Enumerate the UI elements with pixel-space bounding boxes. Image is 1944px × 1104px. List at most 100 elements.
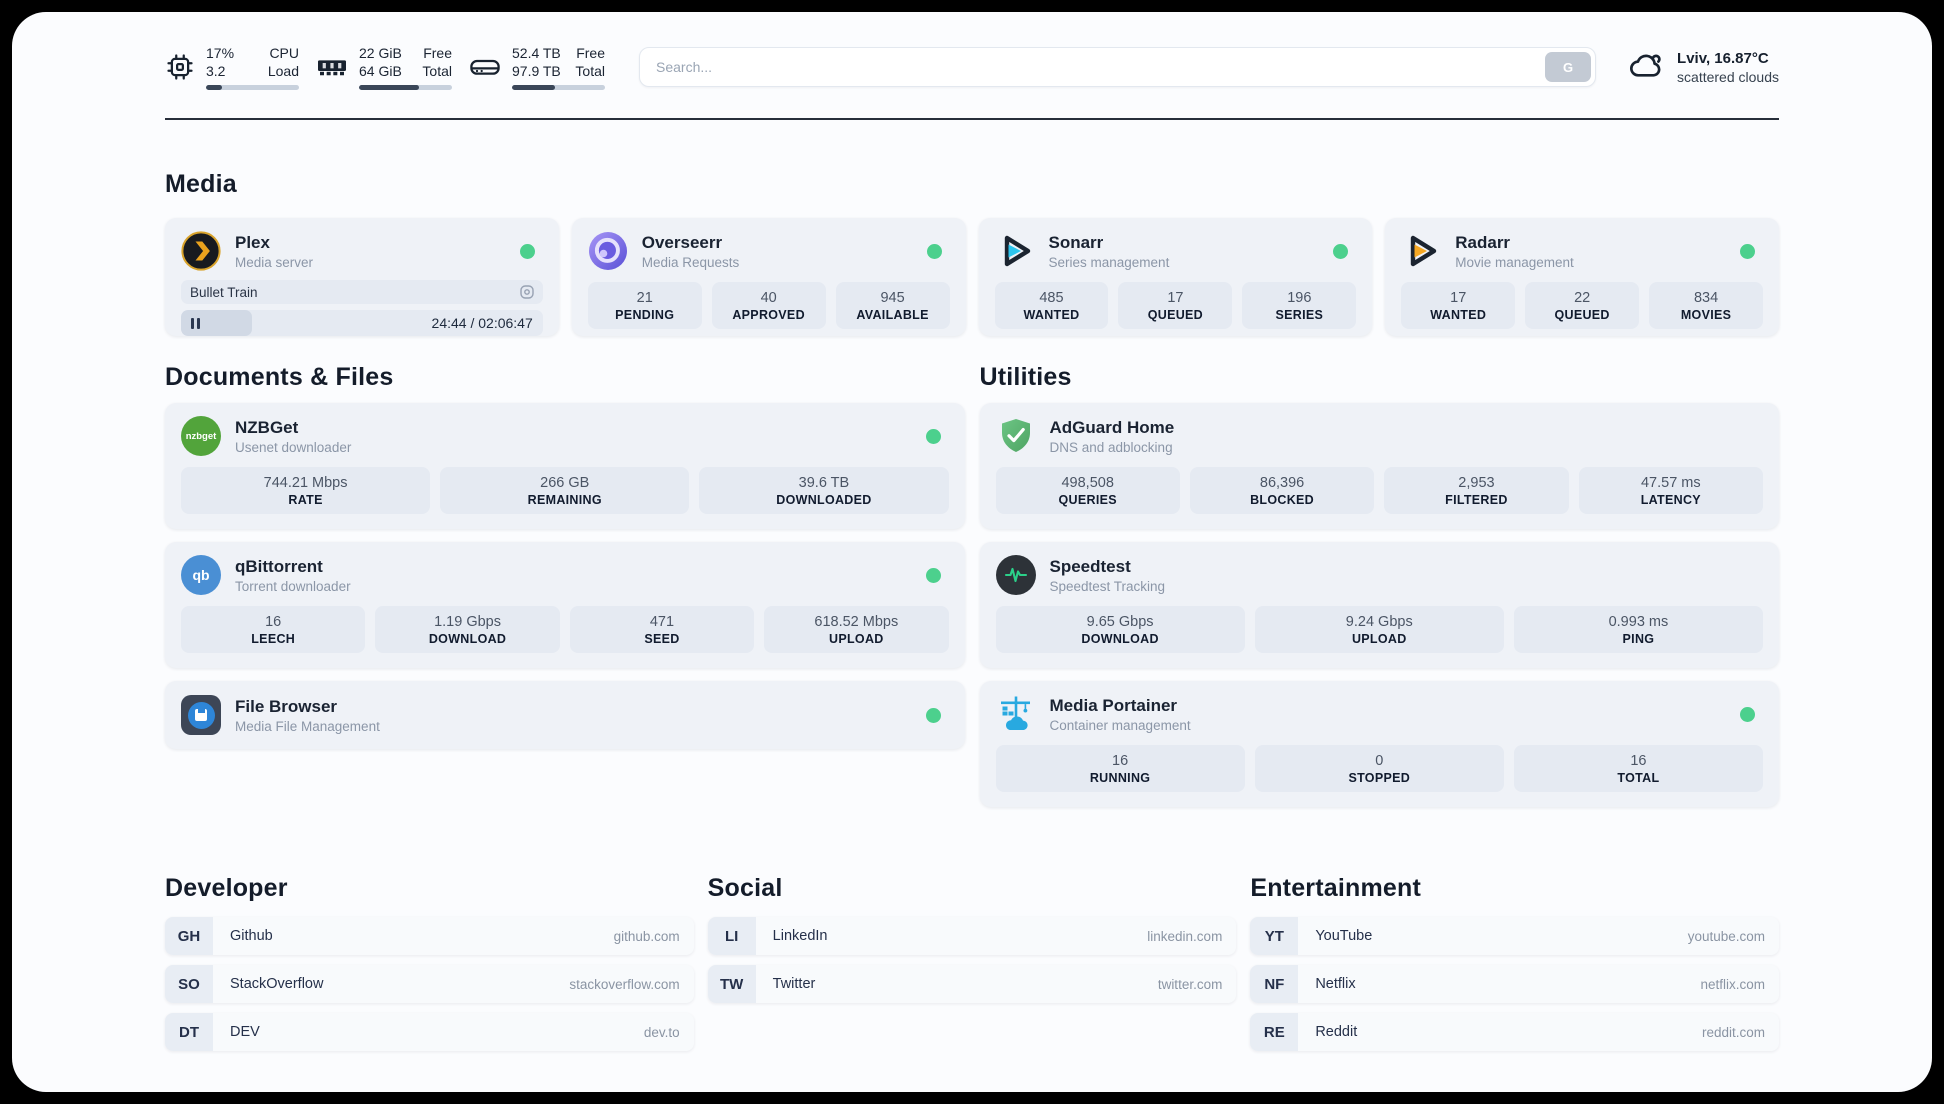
- top-bar: 17% 3.2 CPU Load 22 GiB 64 GiB Free Tota…: [165, 38, 1779, 96]
- stat-box: 834 MOVIES: [1649, 282, 1764, 329]
- status-dot: [519, 243, 535, 259]
- cpu-load-label: Load: [267, 63, 299, 79]
- section-utilities: Utilities AdGuard Home DNS and adblockin…: [979, 363, 1779, 820]
- ram-icon: [316, 53, 348, 81]
- screen-frame: 17% 3.2 CPU Load 22 GiB 64 GiB Free Tota…: [0, 0, 1944, 1104]
- section-title-entertainment: Entertainment: [1250, 874, 1422, 902]
- section-title-documents: Documents & Files: [165, 363, 394, 391]
- service-card-filebrowser[interactable]: File Browser Media File Management: [165, 681, 965, 749]
- stat-box: 1.19 Gbps DOWNLOAD: [375, 606, 560, 653]
- bookmark-reddit[interactable]: RE Reddit reddit.com: [1250, 1013, 1779, 1051]
- adguard-icon: [996, 416, 1036, 456]
- stat-box: 744.21 Mbps RATE: [181, 467, 431, 514]
- service-subtitle: Container management: [1049, 717, 1191, 733]
- memory-progress-fill: [359, 85, 420, 91]
- stat-box: 40 APPROVED: [711, 282, 826, 329]
- bookmark-abbr: NF: [1250, 965, 1299, 1003]
- qbittorrent-icon: qb: [181, 555, 221, 595]
- weather-location-temp: Lviv, 16.87°C: [1677, 49, 1769, 67]
- stat-box: 16 TOTAL: [1513, 745, 1764, 792]
- bookmark-dev[interactable]: DT DEV dev.to: [165, 1013, 694, 1051]
- dashboard-page: 17% 3.2 CPU Load 22 GiB 64 GiB Free Tota…: [12, 12, 1932, 1092]
- service-card-speedtest[interactable]: Speedtest Speedtest Tracking 9.65 Gbps D…: [979, 542, 1779, 668]
- service-name: Plex: [235, 233, 270, 253]
- stat-box: 471 SEED: [569, 606, 755, 653]
- section-documents-files: Documents & Files nzbget NZBGet Usenet d…: [165, 363, 965, 762]
- bookmark-twitter[interactable]: TW Twitter twitter.com: [707, 965, 1237, 1003]
- service-name: Media Portainer: [1049, 696, 1178, 716]
- bookmark-youtube[interactable]: YT YouTube youtube.com: [1250, 917, 1779, 955]
- service-subtitle: Movie management: [1455, 254, 1574, 270]
- bookmark-github[interactable]: GH Github github.com: [165, 917, 694, 955]
- disk-total-label: Total: [575, 63, 605, 79]
- service-name: AdGuard Home: [1049, 418, 1175, 438]
- search-bar: G: [639, 47, 1597, 87]
- bookmark-abbr: LI: [707, 917, 756, 955]
- cpu-load-value: 3.2: [206, 63, 226, 79]
- service-card-overseerr[interactable]: Overseerr Media Requests 21 PENDING 40 A…: [571, 218, 966, 336]
- lens-icon[interactable]: [520, 285, 534, 299]
- portainer-icon: [996, 694, 1036, 734]
- status-dot: [925, 567, 941, 583]
- stat-box: 47.57 ms LATENCY: [1578, 467, 1763, 514]
- status-dot: [925, 428, 941, 444]
- service-subtitle: Media Requests: [641, 254, 740, 270]
- search-engine-button[interactable]: G: [1545, 52, 1592, 82]
- stat-box: 0 STOPPED: [1254, 745, 1504, 792]
- bookmark-netflix[interactable]: NF Netflix netflix.com: [1250, 965, 1779, 1003]
- stat-box: 498,508 QUERIES: [995, 467, 1180, 514]
- service-subtitle: Usenet downloader: [235, 439, 352, 455]
- seek-bar[interactable]: 24:44 / 02:06:47: [181, 310, 543, 336]
- service-name: Speedtest: [1049, 557, 1131, 577]
- service-name: qBittorrent: [235, 557, 323, 577]
- bookmark-abbr: SO: [165, 965, 213, 1003]
- disk-widget: 52.4 TB 97.9 TB Free Total: [469, 44, 605, 91]
- section-title-developer: Developer: [165, 874, 288, 902]
- cpu-label: CPU: [269, 44, 299, 61]
- bookmark-abbr: YT: [1250, 917, 1299, 955]
- stat-box: 9.24 Gbps UPLOAD: [1254, 606, 1504, 653]
- status-dot: [1333, 243, 1349, 259]
- search-input[interactable]: [639, 47, 1597, 87]
- memory-total-value: 64 GiB: [359, 63, 402, 79]
- memory-widget: 22 GiB 64 GiB Free Total: [316, 44, 452, 91]
- stat-box: 485 WANTED: [994, 282, 1109, 329]
- stat-box: 39.6 TB DOWNLOADED: [699, 467, 949, 514]
- memory-free-label: Free: [423, 44, 452, 61]
- service-card-qbittorrent[interactable]: qb qBittorrent Torrent downloader 16 LEE…: [165, 542, 965, 668]
- playback-time: 24:44 / 02:06:47: [431, 315, 533, 331]
- service-subtitle: Torrent downloader: [235, 578, 351, 594]
- service-subtitle: Media server: [235, 254, 314, 270]
- service-card-plex[interactable]: Plex Media server Bullet Train 24:44 / 0…: [165, 218, 559, 336]
- cpu-widget: 17% 3.2 CPU Load: [165, 44, 299, 91]
- service-card-sonarr[interactable]: Sonarr Series management 485 WANTED 17 Q…: [978, 218, 1373, 336]
- stat-box: 266 GB REMAINING: [440, 467, 690, 514]
- service-subtitle: Series management: [1048, 254, 1170, 270]
- system-widgets: 17% 3.2 CPU Load 22 GiB 64 GiB Free Tota…: [165, 44, 605, 91]
- service-name: Sonarr: [1048, 233, 1104, 253]
- section-title-social: Social: [707, 874, 783, 902]
- bookmark-linkedin[interactable]: LI LinkedIn linkedin.com: [707, 917, 1237, 955]
- section-entertainment: Entertainment YT YouTube youtube.com NF …: [1250, 874, 1779, 1061]
- service-name: NZBGet: [235, 418, 299, 438]
- overseerr-icon: [588, 231, 628, 271]
- stat-box: 196 SERIES: [1242, 282, 1357, 329]
- bookmark-abbr: DT: [165, 1013, 213, 1051]
- speedtest-icon: [995, 555, 1036, 595]
- service-card-nzbget[interactable]: nzbget NZBGet Usenet downloader 744.21 M…: [165, 403, 965, 529]
- service-card-portainer[interactable]: Media Portainer Container management 16 …: [979, 681, 1779, 807]
- section-title-utilities: Utilities: [979, 363, 1072, 391]
- stat-box: 86,396 BLOCKED: [1189, 467, 1375, 514]
- sonarr-icon: [995, 231, 1035, 271]
- stat-box: 0.993 ms PING: [1513, 606, 1764, 653]
- disk-free-label: Free: [576, 44, 605, 61]
- status-dot: [1740, 706, 1755, 722]
- disk-progress-fill: [512, 85, 555, 91]
- plex-icon: [181, 231, 221, 271]
- radarr-icon: [1401, 231, 1441, 271]
- service-card-adguard[interactable]: AdGuard Home DNS and adblocking 498,508 …: [979, 403, 1779, 529]
- stat-box: 22 QUEUED: [1525, 282, 1640, 329]
- status-dot: [925, 707, 941, 723]
- service-card-radarr[interactable]: Radarr Movie management 17 WANTED 22 QUE…: [1385, 218, 1779, 336]
- bookmark-stackoverflow[interactable]: SO StackOverflow stackoverflow.com: [165, 965, 694, 1003]
